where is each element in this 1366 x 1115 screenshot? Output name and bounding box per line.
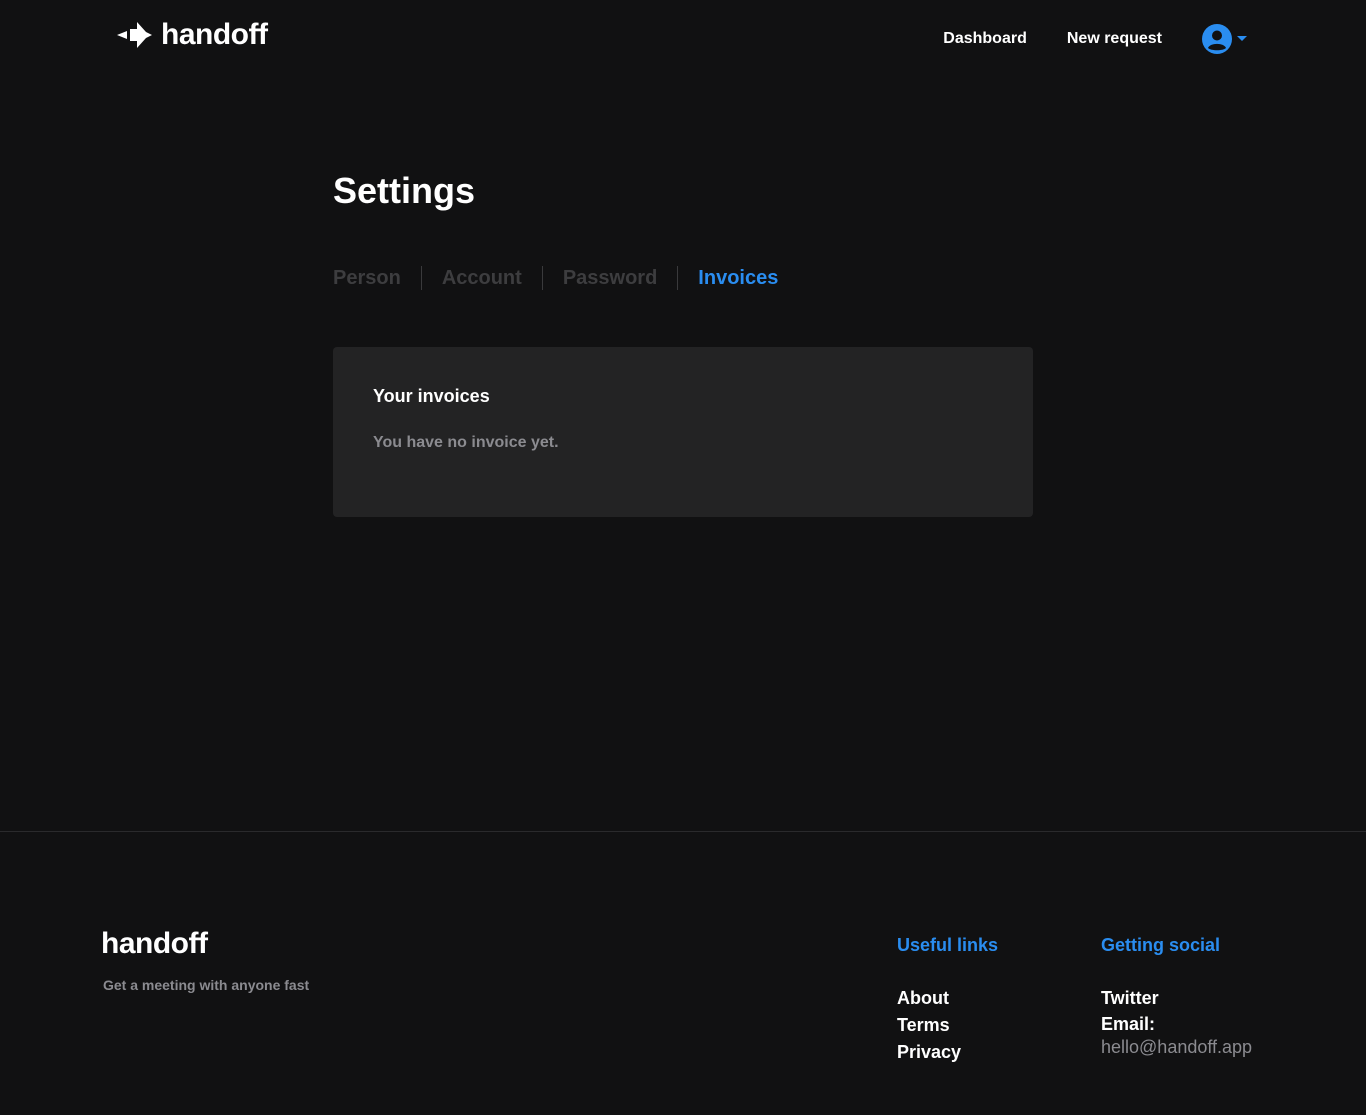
logo-text: handoff [161, 18, 268, 51]
page-title: Settings [333, 170, 476, 211]
nav-dashboard-link[interactable]: Dashboard [943, 28, 1027, 50]
footer-link-twitter[interactable]: Twitter [1101, 985, 1252, 1012]
footer-link-privacy[interactable]: Privacy [897, 1039, 998, 1066]
social-list: Twitter Email: hello@handoff.app [1101, 985, 1252, 1058]
user-circle-icon [1202, 24, 1232, 54]
nav-new-request-link[interactable]: New request [1067, 28, 1162, 50]
tab-password[interactable]: Password [563, 265, 657, 291]
user-menu-toggle[interactable] [1202, 24, 1248, 54]
main-nav: Dashboard New request [943, 24, 1248, 54]
logo[interactable]: handoff [115, 18, 268, 52]
footer-email-label: Email: [1101, 1014, 1156, 1034]
caret-down-icon [1237, 36, 1247, 41]
site-header: handoff Dashboard New request [0, 0, 1366, 72]
settings-main: Settings Person Account Password Invoice… [333, 168, 1033, 291]
tab-invoices[interactable]: Invoices [698, 265, 778, 291]
footer-link-about[interactable]: About [897, 985, 998, 1012]
footer-email-link[interactable]: hello@handoff.app [1101, 1036, 1252, 1058]
invoices-card-title: Your invoices [373, 386, 490, 406]
social-heading: Getting social [1101, 935, 1221, 955]
tab-account[interactable]: Account [442, 265, 522, 291]
footer-tagline: Get a meeting with anyone fast [103, 977, 310, 993]
footer-logo[interactable]: handoff [101, 927, 208, 961]
tab-divider [420, 266, 422, 290]
footer-link-terms[interactable]: Terms [897, 1012, 998, 1039]
footer-useful-links: Useful links About Terms Privacy [897, 934, 998, 1066]
handoff-logo-icon [117, 22, 152, 48]
tab-person[interactable]: Person [333, 265, 401, 291]
footer-divider [0, 831, 1366, 832]
settings-tabs: Person Account Password Invoices [333, 265, 1033, 291]
useful-links-list: About Terms Privacy [897, 985, 998, 1066]
useful-links-heading: Useful links [897, 935, 999, 955]
tab-divider [541, 266, 543, 290]
tab-divider [677, 266, 679, 290]
invoices-empty-message: You have no invoice yet. [373, 434, 559, 451]
invoices-card: Your invoices You have no invoice yet. [333, 347, 1033, 517]
footer-social: Getting social Twitter Email: hello@hand… [1101, 934, 1252, 1058]
